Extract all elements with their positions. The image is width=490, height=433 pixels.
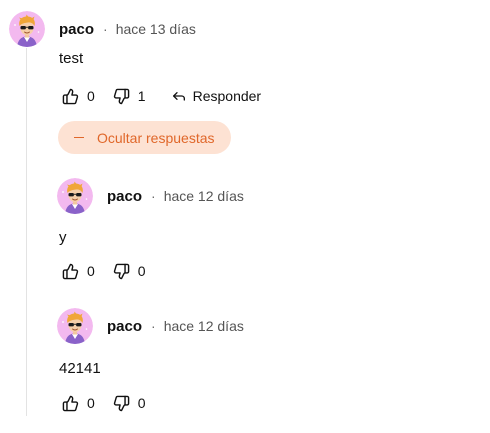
reply-text: 42141	[59, 360, 101, 377]
reply-meta: paco · hace 12 días	[107, 186, 244, 206]
reply-text: y	[59, 229, 67, 246]
thumbs-up-icon	[62, 88, 79, 105]
reply-label: Responder	[192, 88, 262, 104]
dislike-button[interactable]: 0	[113, 395, 146, 412]
like-count: 0	[87, 88, 95, 104]
like-count: 0	[87, 395, 95, 411]
dislike-count: 0	[137, 395, 146, 411]
comment-text: test	[59, 50, 84, 67]
comment-timestamp: hace 13 días	[115, 21, 196, 37]
avatar[interactable]	[57, 178, 93, 214]
avatar[interactable]	[57, 308, 93, 344]
dislike-count: 1	[137, 88, 146, 104]
like-button[interactable]: 0	[62, 88, 95, 105]
like-count: 0	[87, 263, 95, 279]
dislike-button[interactable]: 1	[113, 88, 146, 105]
meta-separator: ·	[151, 318, 156, 334]
like-button[interactable]: 0	[62, 263, 95, 280]
avatar-image	[57, 308, 93, 344]
reply-timestamp: hace 12 días	[163, 188, 244, 204]
thread-line	[26, 48, 27, 416]
thumbs-up-icon	[62, 263, 79, 280]
comment-actions: 0 1 Responder	[62, 85, 261, 107]
avatar-image	[9, 11, 45, 47]
like-button[interactable]: 0	[62, 395, 95, 412]
thumbs-down-icon	[113, 263, 130, 280]
hide-replies-button[interactable]: Ocultar respuestas	[58, 121, 231, 154]
comment-author[interactable]: paco	[59, 21, 94, 38]
reply-author[interactable]: paco	[107, 188, 142, 205]
reply-timestamp: hace 12 días	[163, 318, 244, 334]
reply-author[interactable]: paco	[107, 318, 142, 335]
thumbs-down-icon	[113, 395, 130, 412]
meta-separator: ·	[151, 188, 156, 204]
meta-separator: ·	[103, 21, 108, 37]
thumbs-up-icon	[62, 395, 79, 412]
minus-icon	[74, 136, 84, 139]
reply-icon	[171, 88, 187, 104]
reply-actions: 0 0	[62, 392, 146, 414]
hide-replies-label: Ocultar respuestas	[97, 129, 215, 146]
reply-button[interactable]: Responder	[171, 88, 262, 104]
reply-actions: 0 0	[62, 260, 146, 282]
reply-meta: paco · hace 12 días	[107, 316, 244, 336]
thumbs-down-icon	[113, 88, 130, 105]
avatar[interactable]	[9, 11, 45, 47]
dislike-count: 0	[137, 263, 146, 279]
avatar-image	[57, 178, 93, 214]
dislike-button[interactable]: 0	[113, 263, 146, 280]
comment-meta: paco · hace 13 días	[59, 19, 196, 39]
